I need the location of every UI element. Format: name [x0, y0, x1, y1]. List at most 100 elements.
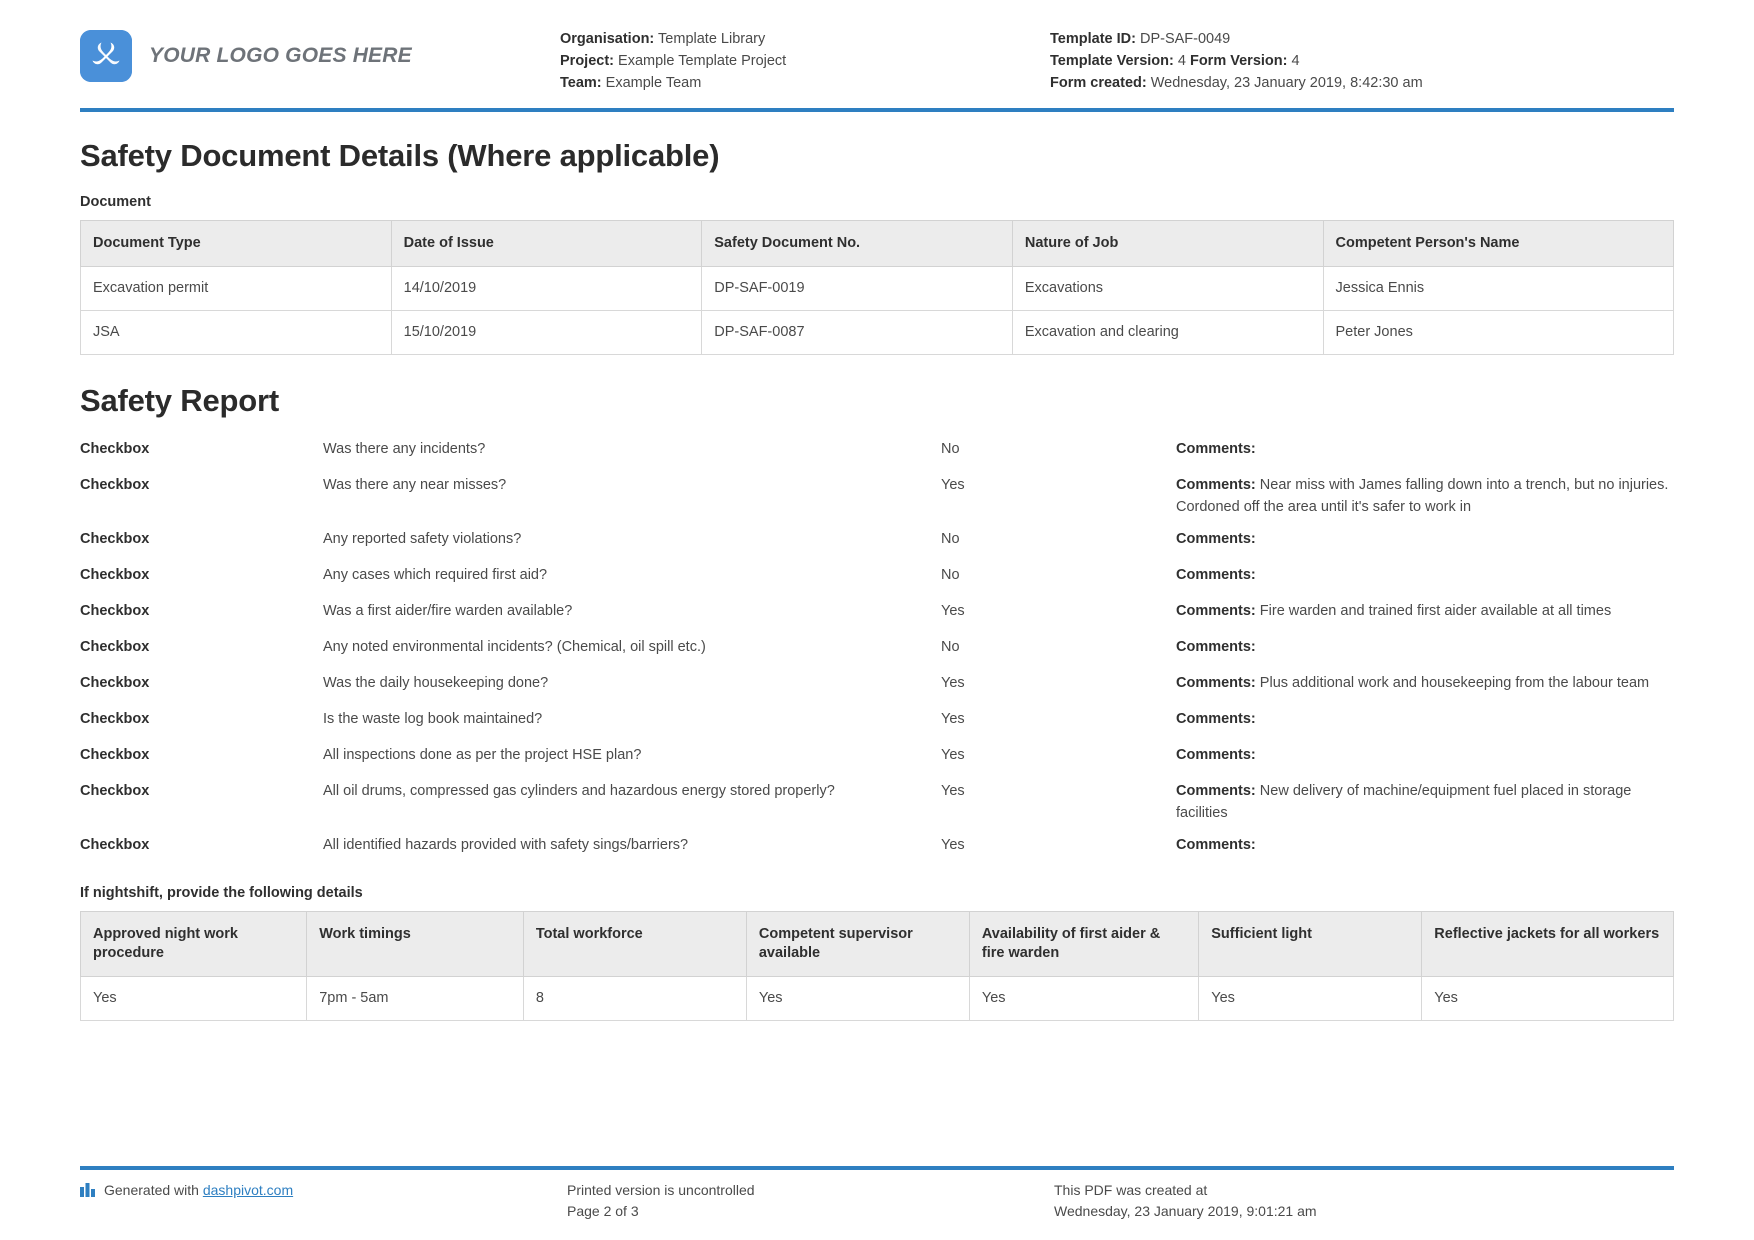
pdf-created-label: This PDF was created at	[1054, 1180, 1674, 1201]
nightshift-subsection-label: If nightshift, provide the following det…	[80, 885, 1674, 901]
question-text: All oil drums, compressed gas cylinders …	[323, 781, 941, 802]
header-meta-template: Template ID: DP-SAF-0049 Template Versio…	[1050, 24, 1674, 94]
question-text: Was there any incidents?	[323, 439, 941, 460]
safety-report-row: CheckboxWas there any near misses?YesCom…	[80, 469, 1674, 523]
comments-text: Fire warden and trained first aider avai…	[1260, 603, 1611, 619]
safety-report-title: Safety Report	[80, 383, 1674, 419]
table-row: Excavation permit 14/10/2019 DP-SAF-0019…	[81, 267, 1674, 311]
table-row: Yes 7pm - 5am 8 Yes Yes Yes Yes	[81, 977, 1674, 1021]
page-title: Safety Document Details (Where applicabl…	[80, 138, 1674, 174]
question-text: All inspections done as per the project …	[323, 745, 941, 766]
checkbox-label[interactable]: Checkbox	[80, 745, 323, 766]
checkbox-label[interactable]: Checkbox	[80, 781, 323, 802]
project-label: Project:	[560, 53, 614, 69]
col-document-type: Document Type	[81, 221, 392, 267]
meta-project-row: Project: Example Template Project	[560, 50, 1050, 72]
document-body: Safety Document Details (Where applicabl…	[0, 138, 1754, 1021]
checkbox-label[interactable]: Checkbox	[80, 529, 323, 550]
checkbox-label[interactable]: Checkbox	[80, 835, 323, 856]
dashpivot-link[interactable]: dashpivot.com	[203, 1180, 293, 1201]
col-competent-supervisor-available: Competent supervisor available	[746, 912, 969, 977]
header-divider	[80, 108, 1674, 112]
comments-cell: Comments: New delivery of machine/equipm…	[1176, 781, 1674, 824]
answer-value: No	[941, 439, 1176, 460]
organisation-value: Template Library	[658, 31, 765, 47]
table-row: JSA 15/10/2019 DP-SAF-0087 Excavation an…	[81, 311, 1674, 355]
safety-report-row: CheckboxAny cases which required first a…	[80, 559, 1674, 595]
col-reflective-jackets: Reflective jackets for all workers	[1422, 912, 1674, 977]
cell-safety-document-no: DP-SAF-0087	[702, 311, 1013, 355]
cell-date-of-issue: 15/10/2019	[391, 311, 702, 355]
page-number: Page 2 of 3	[567, 1201, 1054, 1222]
question-text: Is the waste log book maintained?	[323, 709, 941, 730]
cell-reflective-jackets: Yes	[1422, 977, 1674, 1021]
printed-version-notice: Printed version is uncontrolled	[567, 1180, 1054, 1201]
safety-report-row: CheckboxIs the waste log book maintained…	[80, 703, 1674, 739]
form-created-value: Wednesday, 23 January 2019, 8:42:30 am	[1151, 75, 1423, 91]
comments-cell: Comments: Near miss with James falling d…	[1176, 475, 1674, 518]
cell-availability-first-aider-fire-warden: Yes	[969, 977, 1198, 1021]
comments-label: Comments:	[1176, 531, 1256, 547]
cell-nature-of-job: Excavations	[1012, 267, 1323, 311]
comments-cell: Comments: Plus additional work and house…	[1176, 673, 1674, 695]
comments-cell: Comments:	[1176, 529, 1674, 551]
checkbox-label[interactable]: Checkbox	[80, 475, 323, 496]
checkbox-label[interactable]: Checkbox	[80, 709, 323, 730]
form-version-label: Form Version:	[1190, 53, 1288, 69]
document-table-header-row: Document Type Date of Issue Safety Docum…	[81, 221, 1674, 267]
checkbox-label[interactable]: Checkbox	[80, 439, 323, 460]
meta-team-row: Team: Example Team	[560, 72, 1050, 94]
answer-value: No	[941, 637, 1176, 658]
col-work-timings: Work timings	[307, 912, 524, 977]
meta-form-created-row: Form created: Wednesday, 23 January 2019…	[1050, 72, 1674, 94]
cell-work-timings: 7pm - 5am	[307, 977, 524, 1021]
question-text: All identified hazards provided with saf…	[323, 835, 941, 856]
comments-label: Comments:	[1176, 639, 1256, 655]
safety-report-row: CheckboxAny noted environmental incident…	[80, 631, 1674, 667]
cell-competent-supervisor-available: Yes	[746, 977, 969, 1021]
cell-approved-night-work-procedure: Yes	[81, 977, 307, 1021]
answer-value: Yes	[941, 835, 1176, 856]
comments-label: Comments:	[1176, 675, 1256, 691]
bar-chart-icon	[80, 1182, 96, 1203]
question-text: Any reported safety violations?	[323, 529, 941, 550]
comments-label: Comments:	[1176, 783, 1256, 799]
document-subsection-label: Document	[80, 194, 1674, 210]
footer-generated-with: Generated with dashpivot.com	[80, 1180, 567, 1222]
safety-report-list: CheckboxWas there any incidents?NoCommen…	[80, 433, 1674, 865]
question-text: Was the daily housekeeping done?	[323, 673, 941, 694]
answer-value: No	[941, 565, 1176, 586]
organisation-label: Organisation:	[560, 31, 654, 47]
col-safety-document-no: Safety Document No.	[702, 221, 1013, 267]
template-id-value: DP-SAF-0049	[1140, 31, 1230, 47]
nightshift-table-header-row: Approved night work procedure Work timin…	[81, 912, 1674, 977]
checkbox-label[interactable]: Checkbox	[80, 601, 323, 622]
checkbox-label[interactable]: Checkbox	[80, 673, 323, 694]
checkbox-label[interactable]: Checkbox	[80, 637, 323, 658]
col-approved-night-work-procedure: Approved night work procedure	[81, 912, 307, 977]
col-availability-first-aider-fire-warden: Availability of first aider & fire warde…	[969, 912, 1198, 977]
footer-generated-prefix: Generated with	[104, 1180, 199, 1201]
question-text: Any noted environmental incidents? (Chem…	[323, 637, 941, 658]
checkbox-label[interactable]: Checkbox	[80, 565, 323, 586]
cell-sufficient-light: Yes	[1199, 977, 1422, 1021]
question-text: Any cases which required first aid?	[323, 565, 941, 586]
answer-value: Yes	[941, 745, 1176, 766]
meta-organisation-row: Organisation: Template Library	[560, 28, 1050, 50]
project-value: Example Template Project	[618, 53, 786, 69]
safety-report-row: CheckboxWas a first aider/fire warden av…	[80, 595, 1674, 631]
col-total-workforce: Total workforce	[523, 912, 746, 977]
comments-cell: Comments:	[1176, 745, 1674, 767]
cell-total-workforce: 8	[523, 977, 746, 1021]
document-table: Document Type Date of Issue Safety Docum…	[80, 220, 1674, 355]
safety-report-row: CheckboxWas there any incidents?NoCommen…	[80, 433, 1674, 469]
dashpivot-logo-icon	[80, 30, 132, 82]
safety-report-row: CheckboxAll oil drums, compressed gas cy…	[80, 775, 1674, 829]
template-version-label: Template Version:	[1050, 53, 1174, 69]
comments-cell: Comments: Fire warden and trained first …	[1176, 601, 1674, 623]
footer-created-notice: This PDF was created at Wednesday, 23 Ja…	[1054, 1180, 1674, 1222]
comments-label: Comments:	[1176, 837, 1256, 853]
col-date-of-issue: Date of Issue	[391, 221, 702, 267]
comments-label: Comments:	[1176, 711, 1256, 727]
answer-value: Yes	[941, 781, 1176, 802]
